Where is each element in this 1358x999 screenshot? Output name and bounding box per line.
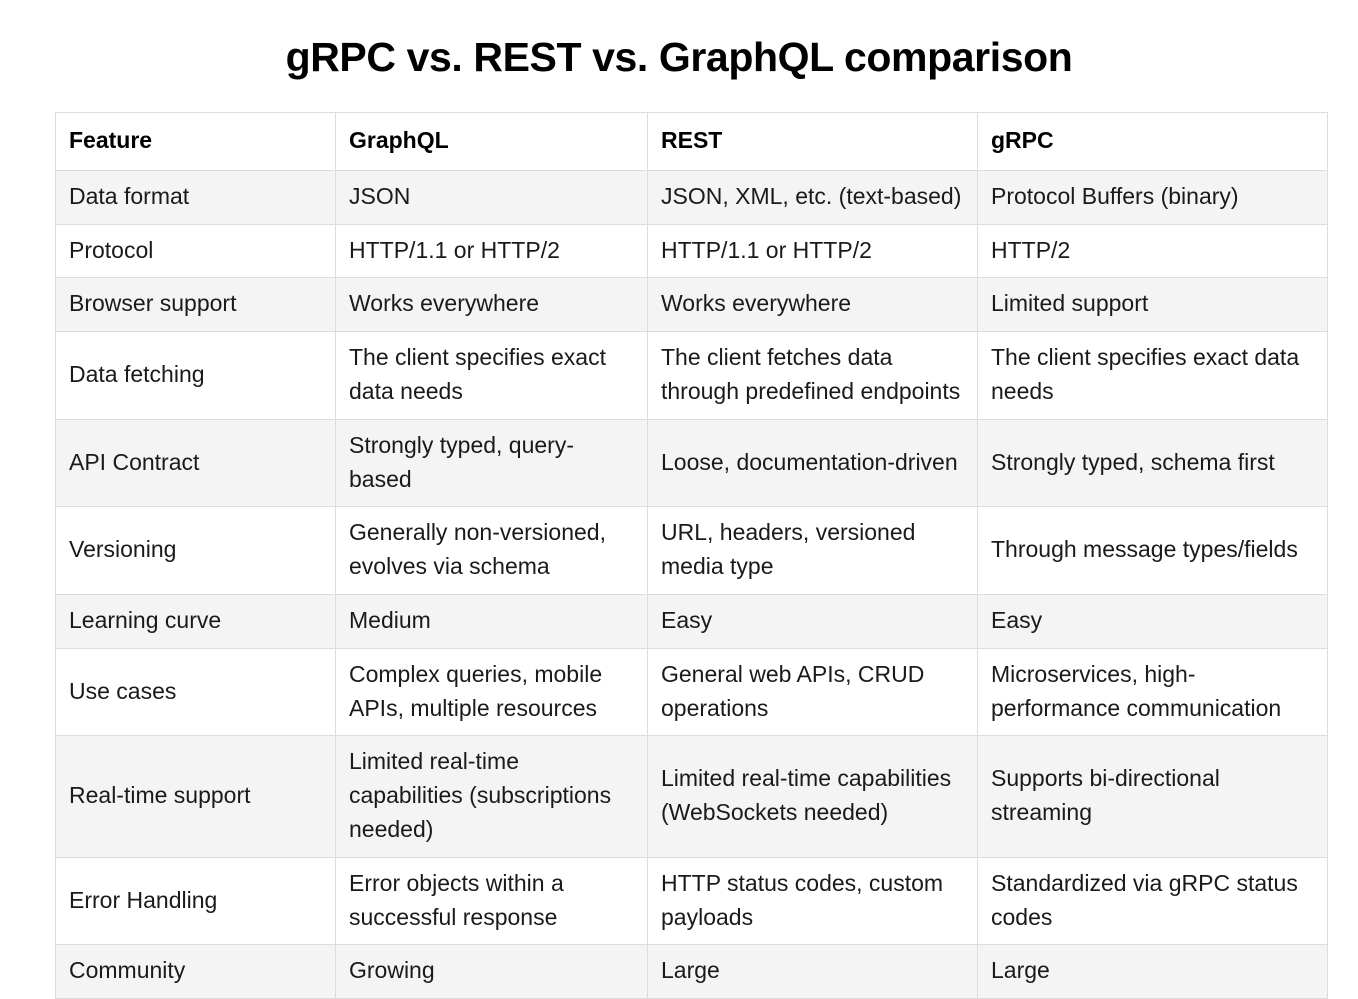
cell-feature: Learning curve xyxy=(55,593,336,649)
cell-grpc: Strongly typed, schema first xyxy=(977,418,1328,508)
cell-rest: General web APIs, CRUD operations xyxy=(647,647,978,737)
cell-rest: Works everywhere xyxy=(647,277,978,333)
table-row: Real-time support Limited real-time capa… xyxy=(55,735,1328,858)
cell-graphql: Strongly typed, query-based xyxy=(335,418,648,508)
column-header-rest: REST xyxy=(647,112,978,171)
cell-grpc: Microservices, high-performance communic… xyxy=(977,647,1328,737)
cell-rest: The client fetches data through predefin… xyxy=(647,331,978,420)
cell-graphql: The client specifies exact data needs xyxy=(335,331,648,420)
cell-rest: Large xyxy=(647,944,978,999)
column-header-feature: Feature xyxy=(55,112,336,171)
cell-grpc: Protocol Buffers (binary) xyxy=(977,169,1328,225)
comparison-table-container: Feature GraphQL REST gRPC Data format JS… xyxy=(55,112,1328,999)
table-row: Data format JSON JSON, XML, etc. (text-b… xyxy=(55,169,1328,225)
page-title: gRPC vs. REST vs. GraphQL comparison xyxy=(285,34,1073,80)
cell-graphql: Error objects within a successful respon… xyxy=(335,856,648,946)
cell-grpc: Through message types/fields xyxy=(977,506,1328,595)
column-header-grpc: gRPC xyxy=(977,112,1328,171)
cell-graphql: Limited real-time capabilities (subscrip… xyxy=(335,735,648,858)
table-body: Data format JSON JSON, XML, etc. (text-b… xyxy=(55,169,1328,999)
cell-feature: Use cases xyxy=(55,647,336,737)
cell-graphql: JSON xyxy=(335,169,648,225)
page-root: gRPC vs. REST vs. GraphQL comparison Fea… xyxy=(0,0,1358,999)
table-row: Protocol HTTP/1.1 or HTTP/2 HTTP/1.1 or … xyxy=(55,223,1328,279)
cell-rest: Easy xyxy=(647,593,978,649)
cell-grpc: Large xyxy=(977,944,1328,999)
cell-grpc: The client specifies exact data needs xyxy=(977,331,1328,420)
table-row: Versioning Generally non-versioned, evol… xyxy=(55,506,1328,595)
cell-graphql: HTTP/1.1 or HTTP/2 xyxy=(335,223,648,279)
cell-grpc: Limited support xyxy=(977,277,1328,333)
cell-rest: Limited real-time capabilities (WebSocke… xyxy=(647,735,978,858)
cell-grpc: HTTP/2 xyxy=(977,223,1328,279)
cell-feature: Error Handling xyxy=(55,856,336,946)
cell-grpc: Standardized via gRPC status codes xyxy=(977,856,1328,946)
cell-feature: Versioning xyxy=(55,506,336,595)
cell-graphql: Growing xyxy=(335,944,648,999)
table-row: API Contract Strongly typed, query-based… xyxy=(55,418,1328,508)
cell-feature: Protocol xyxy=(55,223,336,279)
table-row: Use cases Complex queries, mobile APIs, … xyxy=(55,647,1328,737)
cell-rest: Loose, documentation-driven xyxy=(647,418,978,508)
table-row: Browser support Works everywhere Works e… xyxy=(55,277,1328,333)
cell-rest: HTTP status codes, custom payloads xyxy=(647,856,978,946)
cell-rest: JSON, XML, etc. (text-based) xyxy=(647,169,978,225)
comparison-table: Feature GraphQL REST gRPC Data format JS… xyxy=(55,112,1328,999)
table-row: Community Growing Large Large xyxy=(55,944,1328,999)
table-header-row: Feature GraphQL REST gRPC xyxy=(55,112,1328,171)
cell-feature: Real-time support xyxy=(55,735,336,858)
cell-graphql: Complex queries, mobile APIs, multiple r… xyxy=(335,647,648,737)
cell-rest: HTTP/1.1 or HTTP/2 xyxy=(647,223,978,279)
cell-feature: Community xyxy=(55,944,336,999)
cell-graphql: Generally non-versioned, evolves via sch… xyxy=(335,506,648,595)
cell-rest: URL, headers, versioned media type xyxy=(647,506,978,595)
cell-graphql: Medium xyxy=(335,593,648,649)
cell-graphql: Works everywhere xyxy=(335,277,648,333)
cell-feature: Browser support xyxy=(55,277,336,333)
cell-feature: API Contract xyxy=(55,418,336,508)
cell-grpc: Easy xyxy=(977,593,1328,649)
table-row: Learning curve Medium Easy Easy xyxy=(55,593,1328,649)
cell-grpc: Supports bi-directional streaming xyxy=(977,735,1328,858)
cell-feature: Data fetching xyxy=(55,331,336,420)
cell-feature: Data format xyxy=(55,169,336,225)
table-row: Error Handling Error objects within a su… xyxy=(55,856,1328,946)
column-header-graphql: GraphQL xyxy=(335,112,648,171)
table-header: Feature GraphQL REST gRPC xyxy=(55,112,1328,171)
table-row: Data fetching The client specifies exact… xyxy=(55,331,1328,420)
